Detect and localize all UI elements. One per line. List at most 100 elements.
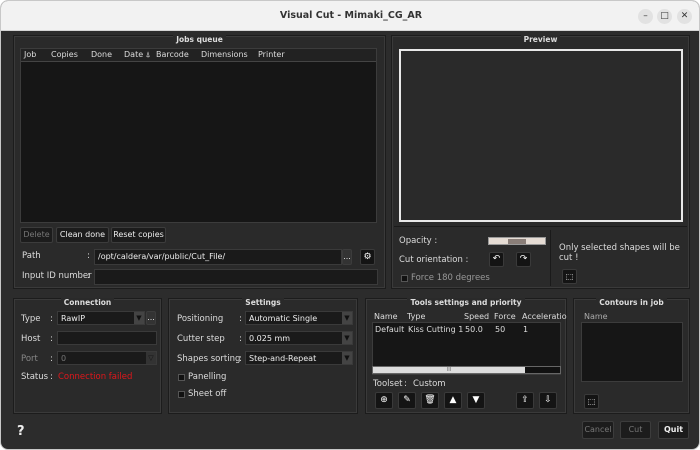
shapes-sorting-value: Step-and-Repeat bbox=[249, 354, 317, 363]
path-input[interactable]: /opt/caldera/var/public/Cut_File/ bbox=[94, 249, 342, 265]
toolset-value: Custom bbox=[413, 379, 446, 389]
maximize-button[interactable]: □ bbox=[657, 9, 672, 24]
col-barcode[interactable]: Barcode bbox=[156, 50, 189, 59]
col-date[interactable]: Date ⍋ bbox=[124, 50, 150, 60]
title-bar: Visual Cut - Mimaki_CG_AR – □ ✕ bbox=[1, 1, 699, 31]
opacity-slider-handle[interactable] bbox=[508, 239, 526, 244]
settings-group: Settings Positioning : Automatic Single ▼… bbox=[168, 298, 358, 414]
path-browse-button[interactable]: ... bbox=[342, 249, 352, 265]
port-input[interactable]: 0 ▽ bbox=[57, 351, 157, 365]
delete-tool-icon[interactable]: 🗑 bbox=[421, 392, 439, 409]
delete-button[interactable]: Delete bbox=[20, 227, 53, 243]
positioning-label: Positioning bbox=[177, 314, 224, 324]
col-done[interactable]: Done bbox=[91, 50, 112, 59]
quit-button[interactable]: Quit bbox=[658, 421, 689, 439]
chevron-down-icon[interactable]: ▼ bbox=[134, 312, 144, 324]
settings-title: Settings bbox=[242, 298, 284, 307]
rotate-right-icon[interactable]: ↷ bbox=[516, 252, 531, 267]
sheet-off-checkbox[interactable] bbox=[178, 391, 185, 398]
contours-group: Contours in job Name ⬚ bbox=[573, 298, 690, 414]
opacity-label: Opacity : bbox=[399, 236, 438, 246]
cancel-button[interactable]: Cancel bbox=[582, 421, 614, 439]
tools-title: Tools settings and priority bbox=[407, 298, 525, 307]
gear-icon[interactable]: ⚙ bbox=[360, 249, 375, 265]
chevron-down-icon[interactable]: ▼ bbox=[342, 332, 352, 344]
selected-shapes-note: Only selected shapes will be cut ! bbox=[559, 243, 680, 263]
type-value: RawIP bbox=[61, 314, 86, 323]
tools-col-type[interactable]: Type bbox=[407, 312, 425, 321]
chevron-down-icon[interactable]: ▼ bbox=[342, 352, 352, 364]
input-id-field[interactable] bbox=[94, 269, 378, 285]
connection-title: Connection bbox=[60, 298, 115, 307]
close-button[interactable]: ✕ bbox=[677, 9, 692, 24]
main-window: Visual Cut - Mimaki_CG_AR – □ ✕ Jobs que… bbox=[0, 0, 700, 450]
preview-canvas[interactable] bbox=[399, 49, 683, 222]
tools-col-speed[interactable]: Speed bbox=[464, 312, 489, 321]
clean-done-button[interactable]: Clean done bbox=[56, 227, 109, 243]
tools-horizontal-scrollbar[interactable]: III bbox=[372, 366, 561, 374]
cut-button[interactable]: Cut bbox=[620, 421, 651, 439]
contours-list[interactable] bbox=[581, 322, 683, 382]
shapes-sorting-select[interactable]: Step-and-Repeat ▼ bbox=[245, 351, 353, 365]
port-value: 0 bbox=[61, 354, 67, 363]
import-toolset-icon[interactable]: ⇪ bbox=[516, 392, 534, 409]
chevron-down-icon[interactable]: ▽ bbox=[146, 352, 156, 364]
table-row[interactable]: Default Kiss Cutting 1 50.0 50 1 bbox=[373, 324, 560, 336]
edit-tool-icon[interactable]: ✎ bbox=[398, 392, 416, 409]
panelling-checkbox[interactable] bbox=[178, 374, 185, 381]
tool-type: Kiss Cutting 1 bbox=[408, 325, 464, 334]
jobs-table-header: Job Copies Done Date ⍋ Barcode Dimension… bbox=[21, 49, 376, 62]
tools-group: Tools settings and priority Name Type Sp… bbox=[365, 298, 567, 414]
help-button[interactable]: ? bbox=[17, 424, 25, 439]
jobs-table[interactable]: Job Copies Done Date ⍋ Barcode Dimension… bbox=[20, 48, 377, 223]
select-shapes-icon[interactable]: ⬚ bbox=[562, 269, 577, 284]
type-select[interactable]: RawIP ▼ bbox=[57, 311, 145, 325]
rotate-left-icon[interactable]: ↶ bbox=[489, 252, 504, 267]
path-label: Path bbox=[22, 251, 41, 261]
contours-title: Contours in job bbox=[596, 298, 667, 307]
preview-group: Preview Opacity : Cut orientation : ↶ ↷ … bbox=[391, 35, 690, 289]
window-title: Visual Cut - Mimaki_CG_AR bbox=[279, 10, 423, 21]
tools-col-name[interactable]: Name bbox=[374, 312, 398, 321]
scrollbar-handle[interactable]: III bbox=[373, 367, 525, 373]
positioning-value: Automatic Single bbox=[249, 314, 318, 323]
tools-col-acceleration[interactable]: Acceleratio bbox=[522, 312, 567, 321]
status-label: Status bbox=[21, 372, 49, 382]
preview-title: Preview bbox=[520, 35, 561, 44]
move-up-icon[interactable]: ▲ bbox=[444, 392, 462, 409]
minimize-button[interactable]: – bbox=[638, 9, 653, 24]
type-browse-button[interactable]: ... bbox=[146, 311, 156, 325]
host-input[interactable] bbox=[57, 331, 157, 345]
force-180-checkbox[interactable] bbox=[401, 275, 408, 282]
move-down-icon[interactable]: ▼ bbox=[467, 392, 485, 409]
select-contour-icon[interactable]: ⬚ bbox=[584, 394, 599, 409]
tool-speed: 50.0 bbox=[465, 325, 483, 334]
cutter-step-label: Cutter step bbox=[177, 334, 225, 344]
colon: : bbox=[87, 251, 90, 261]
opacity-slider[interactable] bbox=[488, 237, 546, 245]
port-label: Port bbox=[21, 354, 38, 364]
col-printer[interactable]: Printer bbox=[258, 50, 285, 59]
tools-col-force[interactable]: Force bbox=[494, 312, 516, 321]
export-toolset-icon[interactable]: ⇩ bbox=[539, 392, 557, 409]
panelling-label: Panelling bbox=[188, 372, 227, 382]
chevron-down-icon[interactable]: ▼ bbox=[342, 312, 352, 324]
cut-orientation-label: Cut orientation : bbox=[399, 255, 469, 265]
input-id-label: Input ID number bbox=[22, 271, 92, 281]
colon: : bbox=[87, 271, 90, 281]
jobs-queue-group: Jobs queue Job Copies Done Date ⍋ Barcod… bbox=[13, 35, 386, 289]
tool-name: Default bbox=[375, 325, 405, 334]
jobs-queue-title: Jobs queue bbox=[173, 35, 226, 44]
type-label: Type bbox=[21, 314, 41, 324]
col-dimensions[interactable]: Dimensions bbox=[201, 50, 248, 59]
add-tool-icon[interactable]: ⊕ bbox=[375, 392, 393, 409]
connection-group: Connection Type RawIP ▼ ... Host Port 0 ▽ … bbox=[13, 298, 162, 414]
col-copies[interactable]: Copies bbox=[51, 50, 78, 59]
reset-copies-button[interactable]: Reset copies bbox=[111, 227, 166, 243]
col-job[interactable]: Job bbox=[24, 50, 36, 59]
positioning-select[interactable]: Automatic Single ▼ bbox=[245, 311, 353, 325]
cutter-step-value: 0.025 mm bbox=[249, 334, 291, 343]
cutter-step-select[interactable]: 0.025 mm ▼ bbox=[245, 331, 353, 345]
contours-col-name[interactable]: Name bbox=[584, 312, 608, 321]
connection-status: Connection failed bbox=[58, 372, 133, 382]
